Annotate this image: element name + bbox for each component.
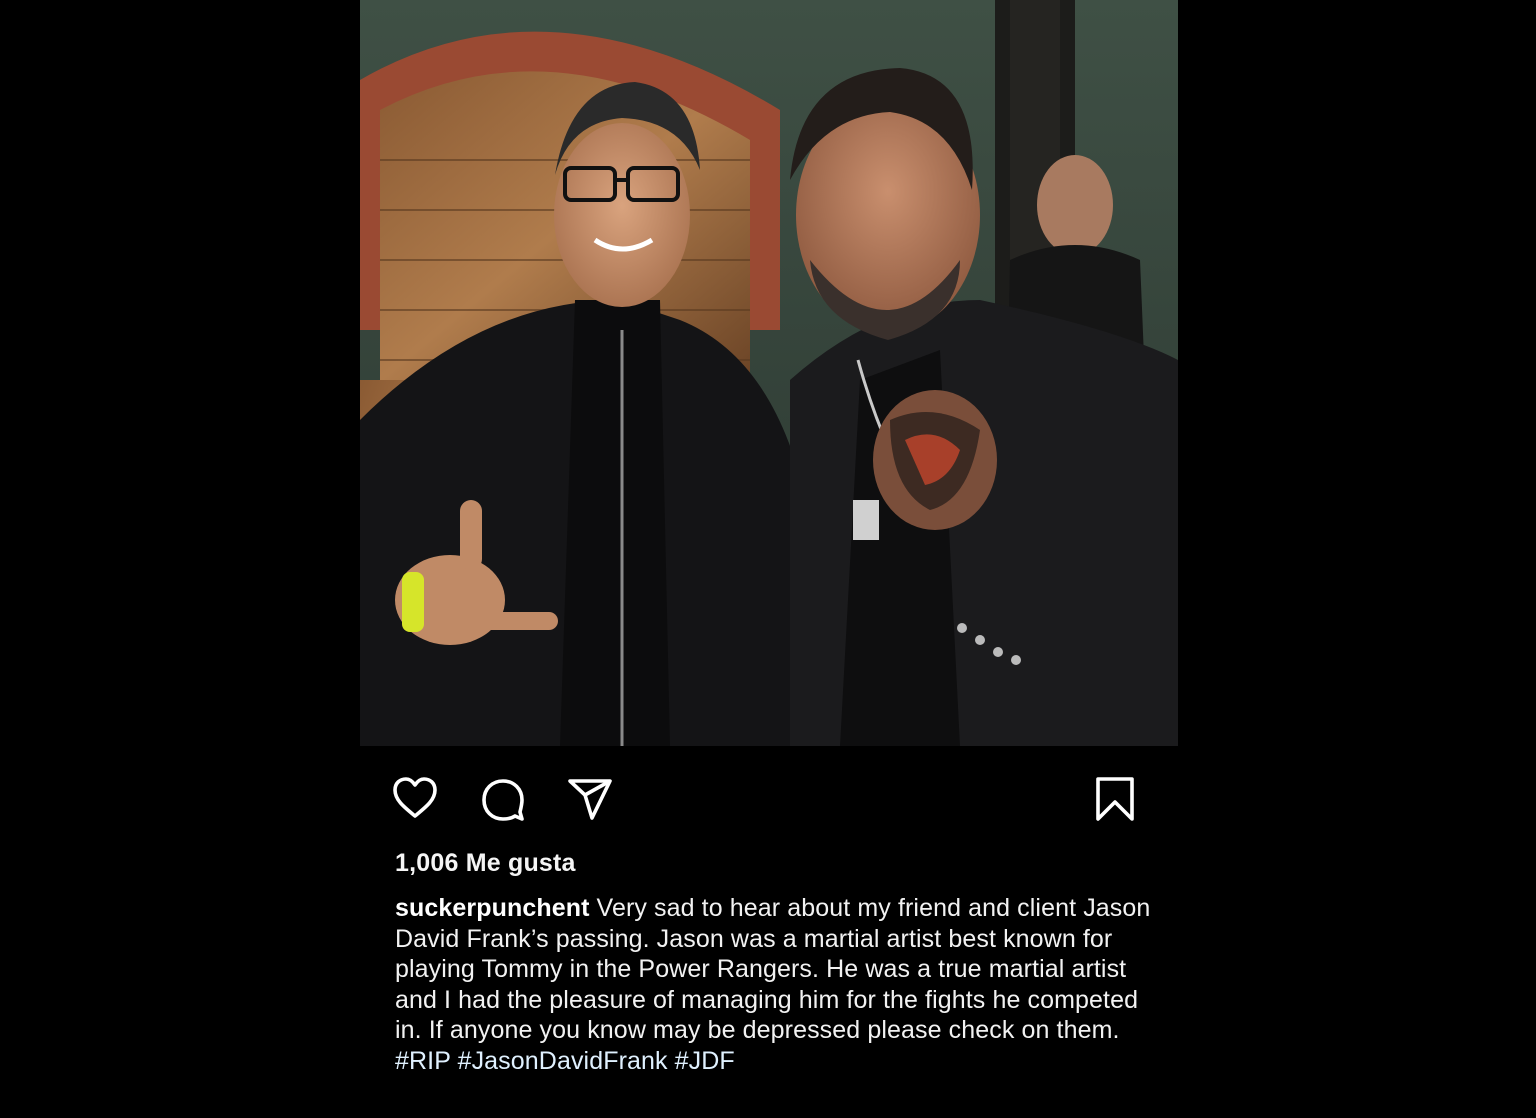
caption-username[interactable]: suckerpunchent [395, 894, 590, 922]
send-icon[interactable] [565, 774, 615, 824]
photo-illustration [360, 0, 1178, 746]
hashtag-link[interactable]: #RIP [395, 1047, 451, 1075]
hashtag-link[interactable]: #JDF [675, 1047, 735, 1075]
bookmark-icon[interactable] [1090, 774, 1140, 824]
post-caption: suckerpunchent Very sad to hear about my… [395, 893, 1165, 1076]
likes-count[interactable]: 1,006 Me gusta [395, 849, 576, 878]
comment-icon[interactable] [478, 774, 528, 824]
hashtag-link[interactable]: #JasonDavidFrank [458, 1047, 668, 1075]
heart-icon[interactable] [390, 774, 440, 824]
post-photo[interactable] [360, 0, 1178, 746]
instagram-post: 1,006 Me gusta suckerpunchent Very sad t… [360, 0, 1178, 1118]
post-action-bar [360, 746, 1178, 846]
